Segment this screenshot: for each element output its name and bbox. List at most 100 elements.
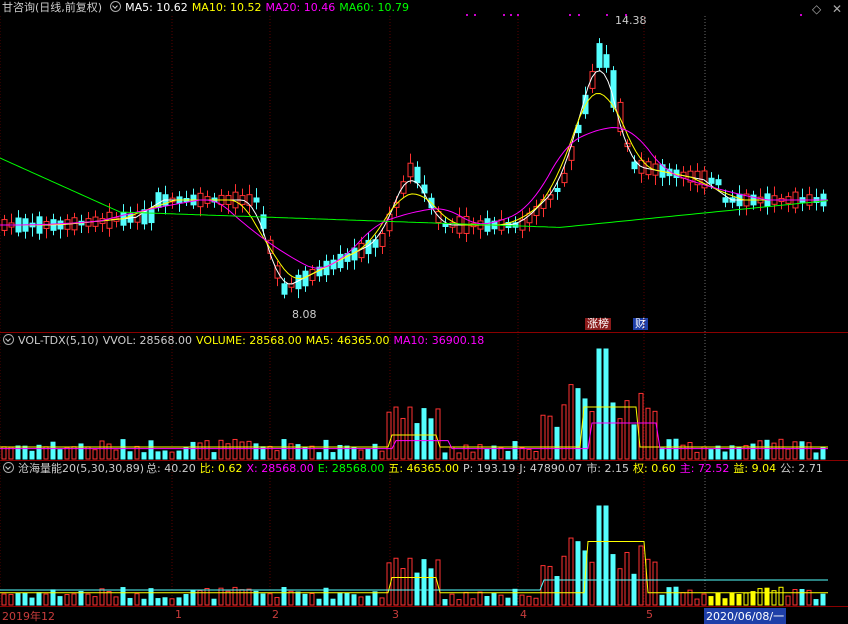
canghai-bar: [302, 593, 308, 606]
candles: [1, 38, 827, 299]
volume-bar: [337, 444, 343, 460]
canghai-bar: [50, 589, 56, 606]
volume-bar: [246, 440, 252, 460]
canghai-bar: [799, 588, 805, 606]
volume-bar: [330, 452, 336, 460]
canghai-bar: [512, 588, 518, 606]
chevron-down-icon[interactable]: [3, 334, 14, 345]
canghai-bar: [78, 590, 84, 606]
canghai-bar: [743, 592, 749, 606]
canghai-bar: [715, 592, 721, 606]
volume-bar: [442, 452, 448, 460]
ma20-line: [0, 126, 828, 269]
ma10-value: MA10: 10.52: [191, 1, 262, 14]
canghai-bar: [561, 555, 567, 606]
shi-value: 市: 2.15: [586, 462, 630, 475]
canghai-bar: [603, 505, 609, 606]
candle-body: [596, 43, 603, 68]
canghai-bar: [176, 597, 182, 606]
volume-bar: [596, 348, 602, 460]
ma20-value: MA20: 10.46: [265, 1, 336, 14]
canghai-bar: [372, 591, 378, 606]
volume-bar: [568, 384, 574, 460]
volume-bar: [729, 445, 735, 460]
volume-bar: [323, 439, 329, 460]
canghai-bar: [407, 557, 413, 606]
axis-tick-5: 5: [646, 608, 653, 621]
canghai-bar: [64, 594, 70, 606]
volume-bar: [162, 450, 168, 460]
volume-bar: [519, 447, 525, 460]
canghai-bar: [309, 592, 315, 606]
canghai-bar: [694, 598, 700, 606]
volume-bar: [204, 440, 210, 460]
axis-tick-3: 3: [392, 608, 399, 621]
wu-value: 五: 46365.00: [388, 462, 460, 475]
bi-value: 比: 0.62: [199, 462, 243, 475]
canghai-bar: [470, 598, 476, 606]
canghai-bar: [288, 590, 294, 606]
volume-bar: [358, 449, 364, 460]
volume-bar: [176, 450, 182, 460]
volume-bar: [421, 408, 427, 460]
volume-bar: [547, 415, 553, 460]
canghai-bar: [547, 565, 553, 606]
x-value: X: 28568.00: [246, 462, 314, 475]
chevron-down-icon[interactable]: [3, 462, 14, 473]
volume-bars: [1, 348, 826, 460]
volume-bar: [232, 438, 238, 460]
volume-bar: [274, 450, 280, 460]
canghai-bar: [400, 568, 406, 606]
canghai-bar: [624, 551, 630, 606]
canghai-bar: [456, 599, 462, 606]
chevron-down-icon[interactable]: [110, 1, 122, 12]
volume-bar: [743, 445, 749, 460]
volume-bar: [813, 452, 819, 460]
canghai-bar: [239, 589, 245, 606]
canghai-bar: [666, 587, 672, 606]
zong-value: 总: 40.20: [146, 462, 196, 475]
canghai-bar: [750, 591, 756, 606]
candle-body: [610, 70, 617, 108]
canghai-bar: [792, 589, 798, 606]
volume-bar: [407, 406, 413, 460]
candle-body: [246, 194, 253, 206]
volume-bar: [29, 450, 35, 460]
canghai-bar: [442, 599, 448, 606]
canghai-bar: [421, 559, 427, 606]
chart-canvas[interactable]: [0, 0, 848, 606]
volume-bar: [428, 418, 434, 460]
canghai-bar: [253, 590, 259, 606]
volume-bar: [624, 400, 630, 460]
canghai-bar: [589, 561, 595, 606]
canghai-bar: [435, 559, 441, 606]
volume-bar: [281, 439, 287, 460]
candle-body: [715, 179, 722, 186]
canghai-bar: [659, 594, 665, 606]
volume-bar: [456, 452, 462, 460]
volume-bar: [50, 441, 56, 460]
volume-bar: [764, 439, 770, 460]
volume-bar: [617, 418, 623, 460]
canghai-bar: [463, 591, 469, 606]
canghai-line: [0, 541, 828, 594]
canghai-bar: [596, 505, 602, 606]
candle-body: [253, 197, 260, 203]
gong-value: 公: 2.71: [780, 462, 823, 475]
volume-bar: [197, 442, 203, 460]
canghai-bar: [162, 597, 168, 606]
marker-dot: [517, 14, 519, 16]
candle-body: [617, 101, 624, 133]
canghai-bar: [323, 587, 329, 606]
volume-bar: [687, 441, 693, 460]
p-value: P: 193.19: [463, 462, 516, 475]
volume-bar: [253, 443, 259, 460]
canghai-bar: [568, 537, 574, 606]
vol-ma5-value: MA5: 46365.00: [305, 334, 390, 347]
candle-body: [407, 162, 414, 178]
marker-dot: [578, 14, 580, 16]
volume-bar: [435, 408, 441, 460]
canghai-bar: [638, 545, 644, 606]
canghai-bar: [820, 593, 826, 606]
volume-bar: [344, 445, 350, 460]
